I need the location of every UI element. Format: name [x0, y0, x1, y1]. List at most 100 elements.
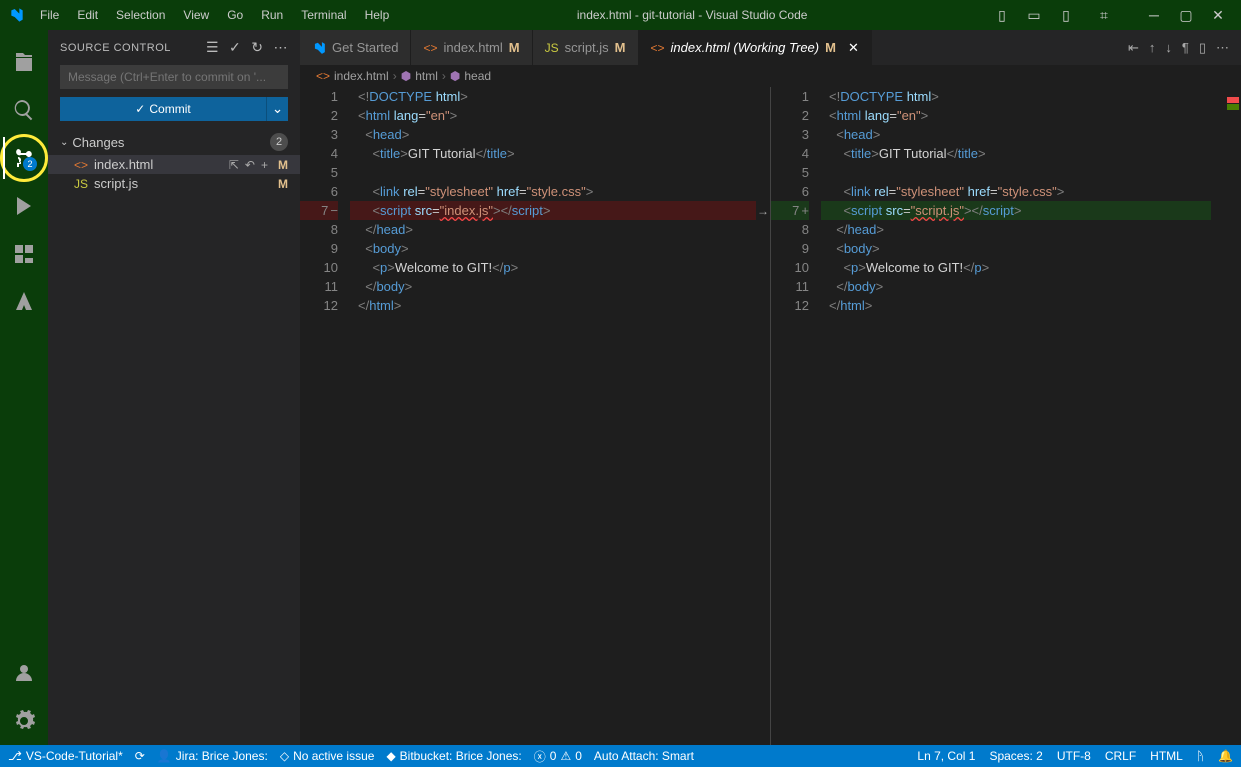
code-line[interactable]: <p>Welcome to GIT!</p>	[350, 258, 756, 277]
code-line[interactable]: </head>	[821, 220, 1211, 239]
more-icon[interactable]: ⋯	[1216, 40, 1229, 56]
bitbucket-status[interactable]: ◆ Bitbucket: Brice Jones:	[386, 749, 521, 763]
refresh-icon[interactable]: ↻	[251, 39, 263, 56]
down-arrow-icon[interactable]: ↓	[1165, 40, 1172, 55]
editor-tab[interactable]: <>index.html (Working Tree) M✕	[639, 30, 872, 65]
menu-terminal[interactable]: Terminal	[293, 4, 354, 26]
bitbucket-label: Bitbucket: Brice Jones:	[400, 749, 522, 763]
editor-tab[interactable]: Get Started	[300, 30, 411, 65]
breadcrumb-item[interactable]: ⬢ head	[450, 69, 491, 83]
code-line[interactable]: <title>GIT Tutorial</title>	[350, 144, 756, 163]
extensions-icon[interactable]	[0, 230, 48, 278]
toggle-panel-left-icon[interactable]: ▯	[987, 0, 1017, 30]
language-status[interactable]: HTML	[1150, 749, 1183, 763]
editor-tab[interactable]: JSscript.js M	[533, 30, 639, 65]
open-file-icon[interactable]: ⇱	[229, 158, 239, 172]
more-actions-icon[interactable]: ⋯	[274, 39, 289, 56]
search-icon[interactable]	[0, 86, 48, 134]
cursor-position[interactable]: Ln 7, Col 1	[917, 749, 975, 763]
code-line[interactable]: <html lang="en">	[821, 106, 1211, 125]
code-line[interactable]: <link rel="stylesheet" href="style.css">	[350, 182, 756, 201]
scm-file-item[interactable]: JS script.js M	[48, 174, 300, 193]
code-line[interactable]: <head>	[350, 125, 756, 144]
code-line[interactable]: <title>GIT Tutorial</title>	[821, 144, 1211, 163]
jira-label: Jira: Brice Jones:	[176, 749, 268, 763]
menu-help[interactable]: Help	[357, 4, 398, 26]
code-line[interactable]: <head>	[821, 125, 1211, 144]
line-number: 3	[300, 125, 338, 144]
customize-layout-icon[interactable]: ⌗	[1089, 0, 1119, 30]
code-line[interactable]: </html>	[350, 296, 756, 315]
close-icon[interactable]: ✕	[1203, 0, 1233, 30]
commit-button[interactable]: ✓ Commit	[60, 97, 266, 121]
atlassian-icon[interactable]	[0, 278, 48, 326]
code-line[interactable]: <html lang="en">	[350, 106, 756, 125]
scm-file-item[interactable]: <> index.html ⇱↶+M	[48, 155, 300, 174]
diff-left-pane[interactable]: 123456789101112 <!DOCTYPE html><html lan…	[300, 87, 770, 745]
menu-bar: FileEditSelectionViewGoRunTerminalHelp	[32, 4, 397, 26]
layout-controls: ▯ ▭ ▯ ⌗	[987, 0, 1119, 30]
code-line[interactable]	[350, 163, 756, 182]
breadcrumb-item[interactable]: ⬢ html	[401, 69, 438, 83]
encoding-status[interactable]: UTF-8	[1057, 749, 1091, 763]
code-line[interactable]: <link rel="stylesheet" href="style.css">	[821, 182, 1211, 201]
whitespace-icon[interactable]: ¶	[1182, 40, 1189, 55]
prev-change-icon[interactable]: ⇤	[1128, 40, 1139, 56]
autoattach-status[interactable]: Auto Attach: Smart	[594, 749, 694, 763]
view-as-tree-icon[interactable]: ☰	[206, 39, 219, 56]
maximize-icon[interactable]: ▢	[1171, 0, 1201, 30]
menu-file[interactable]: File	[32, 4, 67, 26]
commit-dropdown-button[interactable]: ⌄	[266, 97, 288, 121]
indentation-status[interactable]: Spaces: 2	[989, 749, 1042, 763]
jira-issue-status[interactable]: ◇ No active issue	[280, 749, 375, 763]
sync-status[interactable]: ⟳	[135, 749, 145, 763]
eol-status[interactable]: CRLF	[1105, 749, 1136, 763]
code-line[interactable]: <script src="index.js"></script>	[350, 201, 756, 220]
close-tab-icon[interactable]: ✕	[848, 40, 859, 56]
settings-gear-icon[interactable]	[0, 697, 48, 745]
explorer-icon[interactable]	[0, 38, 48, 86]
line-number: 2	[300, 106, 338, 125]
code-line[interactable]: <p>Welcome to GIT!</p>	[821, 258, 1211, 277]
menu-view[interactable]: View	[175, 4, 217, 26]
overview-ruler[interactable]	[1211, 87, 1241, 745]
menu-edit[interactable]: Edit	[69, 4, 106, 26]
discard-icon[interactable]: ↶	[245, 158, 255, 172]
commit-message-input[interactable]	[60, 65, 288, 89]
notifications-icon[interactable]: 🔔	[1218, 749, 1233, 763]
code-line[interactable]: </head>	[350, 220, 756, 239]
split-editor-icon[interactable]: ▯	[1199, 40, 1206, 56]
modified-badge: M	[278, 177, 288, 191]
code-line[interactable]: <body>	[821, 239, 1211, 258]
code-line[interactable]: <!DOCTYPE html>	[821, 87, 1211, 106]
up-arrow-icon[interactable]: ↑	[1149, 40, 1156, 55]
breadcrumb-item[interactable]: <> index.html	[316, 69, 389, 83]
code-line[interactable]	[821, 163, 1211, 182]
feedback-icon[interactable]: ᚤ	[1197, 749, 1204, 763]
jira-status[interactable]: 👤 Jira: Brice Jones:	[157, 749, 268, 763]
menu-go[interactable]: Go	[219, 4, 251, 26]
code-line[interactable]: </body>	[821, 277, 1211, 296]
breadcrumb[interactable]: <> index.html›⬢ html›⬢ head	[300, 65, 1241, 87]
code-line[interactable]: <!DOCTYPE html>	[350, 87, 756, 106]
minimize-icon[interactable]: ─	[1139, 0, 1169, 30]
run-debug-icon[interactable]	[0, 182, 48, 230]
toggle-panel-right-icon[interactable]: ▯	[1051, 0, 1081, 30]
branch-status[interactable]: ⎇ VS-Code-Tutorial*	[8, 749, 123, 763]
breadcrumb-icon: ⬢	[401, 69, 411, 83]
menu-run[interactable]: Run	[253, 4, 291, 26]
source-control-icon[interactable]: 2	[0, 134, 48, 182]
code-line[interactable]: <script src="script.js"></script>	[821, 201, 1211, 220]
changes-section-header[interactable]: ⌄ Changes 2	[48, 129, 300, 155]
code-line[interactable]: </body>	[350, 277, 756, 296]
diff-right-pane[interactable]: → 123456789101112 <!DOCTYPE html><html l…	[771, 87, 1241, 745]
toggle-panel-bottom-icon[interactable]: ▭	[1019, 0, 1049, 30]
menu-selection[interactable]: Selection	[108, 4, 173, 26]
stage-icon[interactable]: +	[261, 158, 268, 172]
code-line[interactable]: </html>	[821, 296, 1211, 315]
code-line[interactable]: <body>	[350, 239, 756, 258]
editor-tab[interactable]: <>index.html M	[411, 30, 532, 65]
accounts-icon[interactable]	[0, 649, 48, 697]
problems-status[interactable]: ⓧ0 ⚠0	[534, 748, 582, 765]
commit-checkmark-icon[interactable]: ✓	[229, 39, 241, 56]
